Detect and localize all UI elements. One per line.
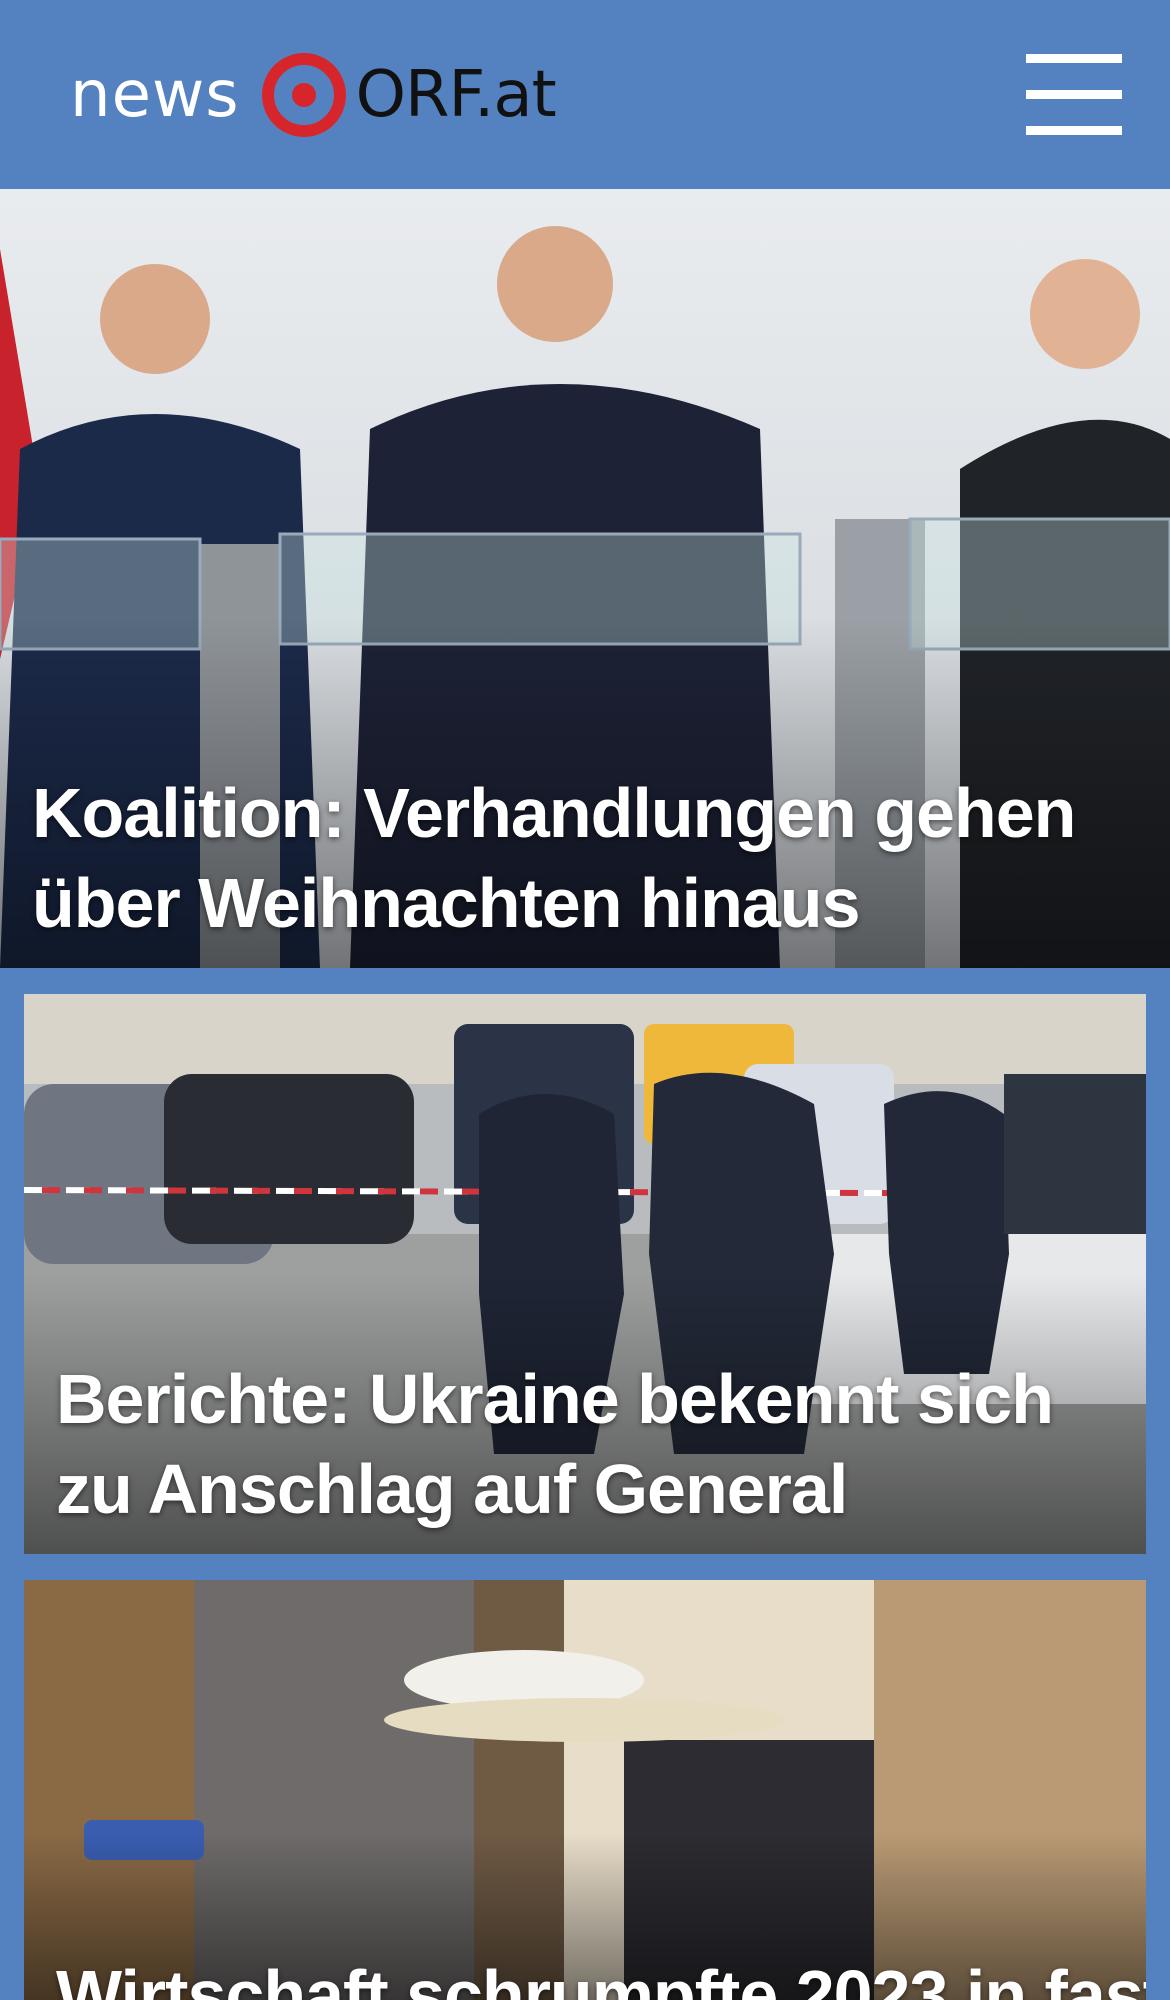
story-image (24, 1580, 1146, 2000)
lead-story-title: Koalition: Verhandlungen gehen über Weih… (32, 774, 1076, 942)
logo-orf-text: ORF.at (355, 58, 557, 132)
lead-story-card[interactable]: Koalition: Verhandlungen gehen über Weih… (0, 189, 1170, 968)
site-header: news ORF.at (0, 0, 1170, 189)
orf-target-icon (261, 53, 346, 137)
hamburger-menu-icon[interactable] (1026, 52, 1122, 136)
story-title: Wirtschaft schrumpfte 2023 in fast (56, 1956, 1146, 2000)
logo-news-text: news (70, 58, 240, 132)
news-orf-logo[interactable]: news ORF.at (70, 50, 557, 140)
story-card[interactable]: Berichte: Ukraine bekennt sich zu Anschl… (24, 994, 1146, 1554)
story-card[interactable]: Wirtschaft schrumpfte 2023 in fast (24, 1580, 1146, 2000)
story-title: Berichte: Ukraine bekennt sich zu Anschl… (56, 1360, 1054, 1528)
